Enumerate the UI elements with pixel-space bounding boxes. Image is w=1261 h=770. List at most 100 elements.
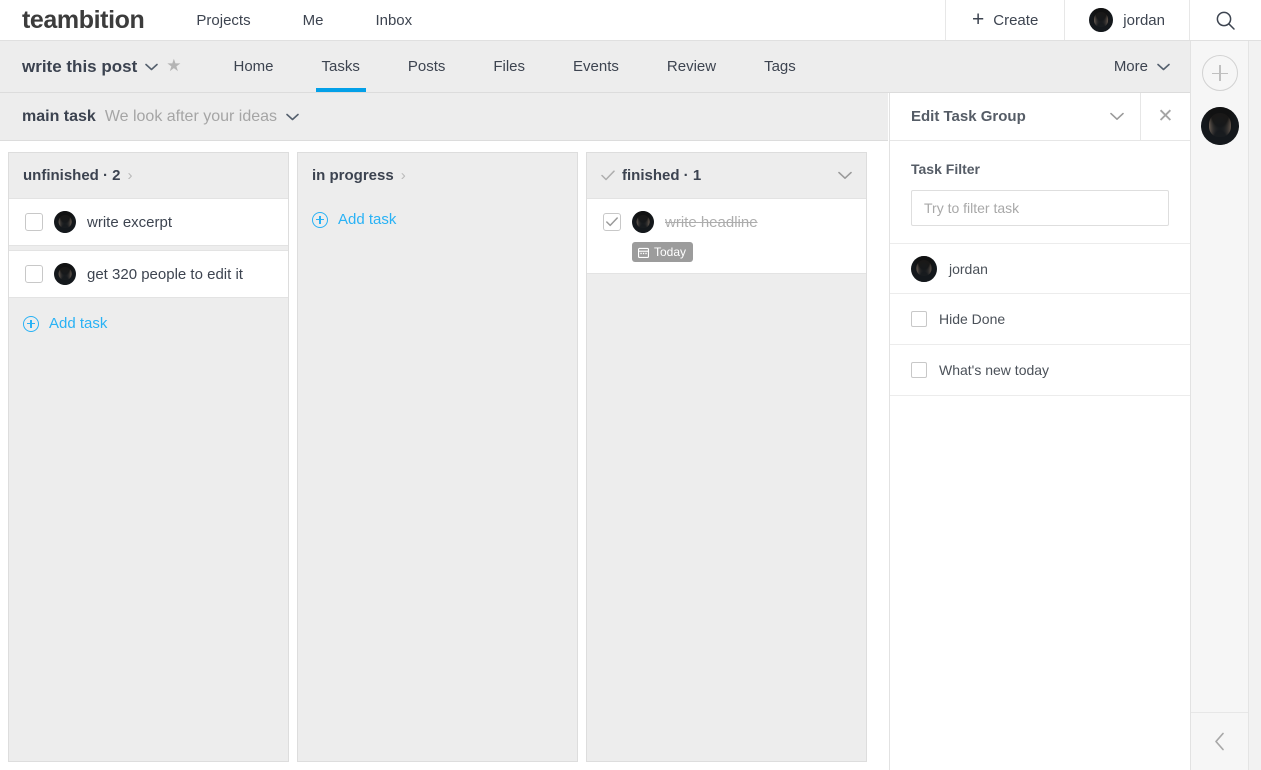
board-column-in-progress: in progress › Add task	[297, 152, 578, 762]
chevron-down-icon[interactable]	[1110, 112, 1124, 121]
add-task-button[interactable]: Add task	[9, 302, 288, 345]
chevron-right-icon[interactable]: ›	[401, 168, 406, 183]
chevron-down-icon	[1157, 63, 1170, 70]
panel-title-label: Edit Task Group	[911, 108, 1026, 125]
plus-circle-icon	[23, 315, 39, 332]
task-card[interactable]: write excerpt	[9, 198, 288, 246]
task-group-title: main task	[22, 107, 96, 125]
tab-tasks[interactable]: Tasks	[298, 41, 384, 92]
task-card-body: write excerpt	[54, 211, 172, 233]
task-checkbox[interactable]	[25, 265, 43, 283]
plus-circle-icon	[312, 211, 328, 228]
nav-item-inbox[interactable]: Inbox	[349, 0, 438, 40]
global-topbar: teambition Projects Me Inbox + Create jo…	[0, 0, 1261, 41]
task-filter-label: Task Filter	[911, 161, 980, 177]
chevron-left-icon	[1214, 732, 1224, 751]
hide-done-checkbox[interactable]	[911, 311, 927, 327]
task-title: write headline	[665, 213, 758, 231]
check-icon	[606, 217, 618, 227]
hide-done-label: Hide Done	[939, 311, 1006, 327]
tab-posts[interactable]: Posts	[384, 41, 470, 92]
nav-item-me[interactable]: Me	[277, 0, 350, 40]
chevron-down-icon[interactable]	[838, 171, 852, 180]
task-board: unfinished · 2 › write excerpt get 320 p…	[0, 141, 888, 770]
check-icon	[601, 170, 615, 181]
search-button[interactable]	[1189, 0, 1261, 40]
task-card[interactable]: get 320 people to edit it	[9, 250, 288, 298]
calendar-icon	[638, 247, 649, 258]
column-title: in progress	[312, 167, 394, 184]
tab-files[interactable]: Files	[469, 41, 549, 92]
page-scrollbar[interactable]	[1248, 41, 1261, 770]
task-checkbox[interactable]	[25, 213, 43, 231]
chevron-down-icon[interactable]	[286, 113, 299, 121]
app-root: teambition Projects Me Inbox + Create jo…	[0, 0, 1261, 770]
filter-option-hide-done[interactable]: Hide Done	[890, 294, 1190, 345]
tab-home[interactable]: Home	[209, 41, 297, 92]
task-filter-section: Task Filter	[890, 141, 1190, 226]
edit-task-group-panel: Edit Task Group ✕ Task Filter jordan Hid…	[889, 93, 1190, 770]
column-title: unfinished · 2	[23, 167, 121, 184]
panel-header: Edit Task Group ✕	[890, 93, 1190, 141]
tab-review[interactable]: Review	[643, 41, 740, 92]
avatar	[54, 211, 76, 233]
filter-option-whats-new-today[interactable]: What's new today	[890, 345, 1190, 396]
due-date-label: Today	[654, 245, 687, 259]
right-rail	[1190, 41, 1249, 770]
search-icon	[1216, 11, 1235, 30]
user-menu[interactable]: jordan	[1064, 0, 1189, 40]
whats-new-today-checkbox[interactable]	[911, 362, 927, 378]
rail-collapse-button[interactable]	[1190, 712, 1249, 770]
chevron-right-icon[interactable]: ›	[128, 168, 133, 183]
task-group-header[interactable]: main task We look after your ideas	[0, 93, 888, 141]
rail-avatar[interactable]	[1200, 107, 1239, 145]
project-tabs: Home Tasks Posts Files Events Review Tag…	[209, 41, 819, 92]
add-task-button[interactable]: Add task	[298, 198, 577, 241]
filter-member-jordan[interactable]: jordan	[890, 243, 1190, 294]
project-title-menu[interactable]: write this post ★	[0, 41, 199, 92]
board-column-unfinished: unfinished · 2 › write excerpt get 320 p…	[8, 152, 289, 762]
avatar	[911, 255, 937, 282]
task-card[interactable]: write headline	[587, 198, 866, 246]
brand-logo[interactable]: teambition	[0, 0, 170, 40]
tab-events[interactable]: Events	[549, 41, 643, 92]
chevron-down-icon	[145, 63, 159, 70]
column-header[interactable]: unfinished · 2 ›	[9, 153, 288, 198]
project-name: write this post	[22, 56, 138, 76]
task-checkbox[interactable]	[603, 213, 621, 231]
create-button-label: Create	[993, 11, 1039, 29]
column-title: finished · 1	[622, 167, 702, 184]
board-column-finished: finished · 1 write headline Today	[586, 152, 867, 762]
task-card-row: write headline	[632, 211, 758, 233]
project-bar: write this post ★ Home Tasks Posts Files…	[0, 41, 1190, 93]
add-task-label: Add task	[338, 211, 397, 228]
panel-title-toggle[interactable]: Edit Task Group	[890, 93, 1140, 140]
tab-tags[interactable]: Tags	[740, 41, 820, 92]
task-card-body: get 320 people to edit it	[54, 263, 243, 285]
avatar	[54, 263, 76, 285]
rail-add-button[interactable]	[1201, 55, 1238, 91]
task-filter-input[interactable]	[911, 190, 1169, 226]
avatar	[1089, 8, 1114, 32]
avatar	[632, 211, 654, 233]
create-button[interactable]: + Create	[945, 0, 1064, 40]
add-task-label: Add task	[49, 315, 108, 332]
task-title: get 320 people to edit it	[87, 265, 243, 283]
task-card-row: get 320 people to edit it	[54, 263, 243, 285]
task-group-description: We look after your ideas	[104, 107, 278, 125]
column-header[interactable]: finished · 1	[587, 153, 866, 198]
task-card-badges: Today	[587, 242, 866, 274]
task-card-body: write headline	[632, 211, 758, 233]
global-nav: Projects Me Inbox	[170, 0, 438, 40]
task-card-row: write excerpt	[54, 211, 172, 233]
close-icon[interactable]: ✕	[1140, 93, 1190, 140]
nav-item-projects[interactable]: Projects	[170, 0, 276, 40]
plus-icon: +	[972, 7, 985, 31]
whats-new-today-label: What's new today	[939, 362, 1050, 378]
due-date-badge[interactable]: Today	[632, 242, 694, 262]
column-header[interactable]: in progress ›	[298, 153, 577, 198]
more-menu-button[interactable]: More	[1096, 41, 1190, 92]
star-icon[interactable]: ★	[166, 57, 181, 74]
task-title: write excerpt	[87, 213, 173, 231]
user-name: jordan	[1123, 11, 1165, 29]
